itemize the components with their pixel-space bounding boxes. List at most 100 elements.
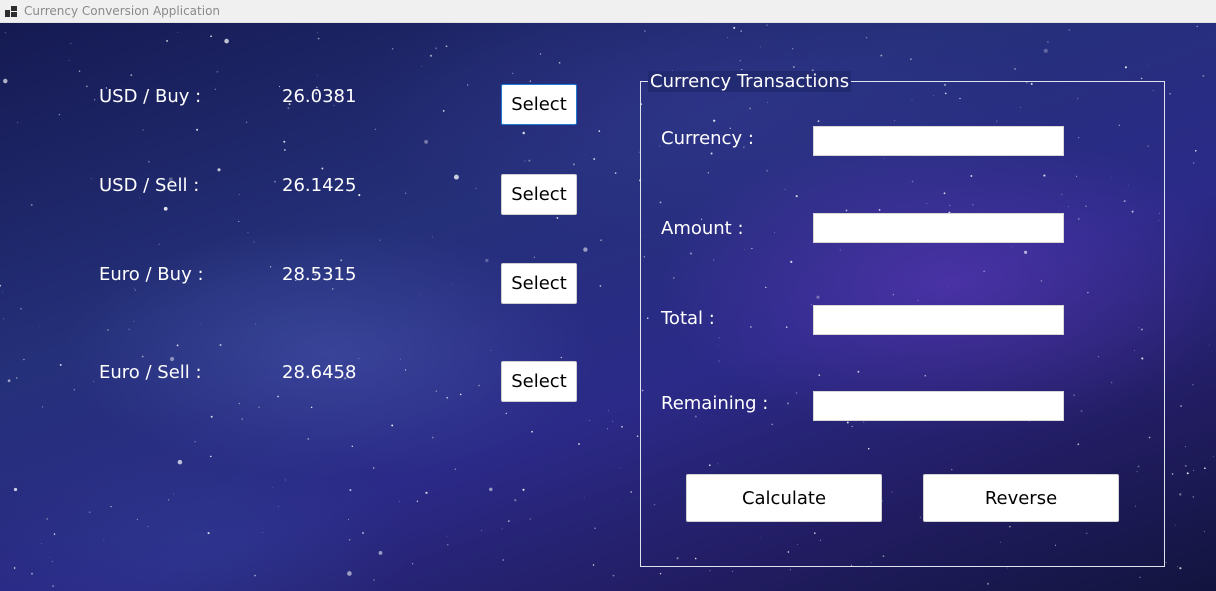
total-input[interactable] <box>813 305 1064 335</box>
star-dot <box>435 47 438 50</box>
star-dot <box>7 379 11 383</box>
reverse-button[interactable]: Reverse <box>923 474 1119 522</box>
star-dot <box>612 574 615 577</box>
star-dot <box>59 363 62 366</box>
star-dot <box>556 216 559 219</box>
star-dot <box>741 68 743 71</box>
star-dot <box>478 384 481 387</box>
star-dot <box>612 420 614 422</box>
rate-value-euro-buy: 28.5315 <box>282 264 357 285</box>
select-usd-buy-button[interactable]: Select <box>501 84 577 125</box>
star-dot <box>277 505 279 507</box>
star-dot <box>349 489 352 492</box>
star-dot <box>88 511 91 514</box>
star-dot <box>372 467 375 469</box>
star-dot <box>163 206 168 211</box>
star-dot <box>238 220 240 222</box>
star-dot <box>446 396 449 399</box>
amount-input[interactable] <box>813 213 1064 243</box>
star-dot <box>512 72 514 75</box>
star-dot <box>200 323 202 325</box>
star-dot <box>1124 66 1127 69</box>
star-dot <box>592 564 595 566</box>
star-dot <box>636 435 639 438</box>
star-dot <box>1006 567 1008 569</box>
calculate-button[interactable]: Calculate <box>686 474 882 522</box>
star-dot <box>4 32 6 34</box>
star-dot <box>524 160 526 162</box>
star-dot <box>630 491 633 493</box>
star-dot <box>277 395 279 398</box>
star-dot <box>1165 561 1167 564</box>
currency-label: Currency : <box>661 128 754 149</box>
star-dot <box>348 538 351 541</box>
select-euro-sell-button[interactable]: Select <box>501 361 577 402</box>
star-dot <box>30 203 33 206</box>
star-dot <box>1068 29 1071 31</box>
star-dot <box>865 37 868 39</box>
star-dot <box>446 535 448 537</box>
star-dot <box>207 532 210 535</box>
star-dot <box>880 54 883 57</box>
star-dot <box>177 459 183 465</box>
star-dot <box>398 500 400 502</box>
star-dot <box>1139 576 1141 578</box>
star-dot <box>317 32 318 33</box>
star-dot <box>1179 567 1182 570</box>
star-dot <box>147 525 149 527</box>
star-dot <box>258 406 260 408</box>
star-dot <box>274 180 276 183</box>
groupbox-title: Currency Transactions <box>648 71 852 92</box>
star-dot <box>507 520 510 523</box>
star-dot <box>173 493 174 495</box>
star-dot <box>58 113 61 116</box>
select-euro-buy-button[interactable]: Select <box>501 263 577 304</box>
star-dot <box>1195 150 1197 152</box>
star-dot <box>1179 493 1182 496</box>
star-dot <box>217 168 221 172</box>
star-dot <box>501 528 503 530</box>
star-dot <box>589 419 591 421</box>
star-dot <box>1193 469 1195 472</box>
star-dot <box>467 84 469 86</box>
star-dot <box>792 48 794 50</box>
star-dot <box>90 178 92 180</box>
star-dot <box>52 585 55 588</box>
star-dot <box>177 31 179 33</box>
select-usd-sell-button[interactable]: Select <box>501 174 577 215</box>
remaining-input[interactable] <box>813 391 1064 421</box>
star-dot <box>247 231 249 234</box>
star-dot <box>49 557 50 558</box>
star-dot <box>284 149 286 151</box>
star-dot <box>583 247 588 252</box>
star-dot <box>607 428 609 430</box>
star-dot <box>572 163 575 166</box>
star-dot <box>514 499 517 502</box>
window-title: Currency Conversion Application <box>24 4 221 18</box>
star-dot <box>13 487 18 492</box>
star-dot <box>141 355 144 358</box>
star-dot <box>454 468 457 470</box>
star-dot <box>490 349 492 351</box>
star-dot <box>539 53 542 55</box>
star-dot <box>86 85 88 88</box>
star-dot <box>429 54 433 57</box>
star-dot <box>20 307 22 310</box>
star-dot <box>424 140 428 144</box>
star-dot <box>287 107 290 110</box>
star-dot <box>533 256 535 258</box>
star-dot <box>214 88 217 90</box>
star-dot <box>411 563 414 565</box>
star-dot <box>594 527 596 530</box>
star-dot <box>1174 524 1176 526</box>
star-dot <box>166 39 169 42</box>
currency-input[interactable] <box>813 126 1064 156</box>
star-dot <box>103 539 105 541</box>
star-dot <box>475 187 477 189</box>
star-dot <box>502 559 505 561</box>
star-dot <box>1169 92 1171 95</box>
star-dot <box>404 369 407 371</box>
star-dot <box>210 35 212 38</box>
rate-value-usd-buy: 26.0381 <box>282 86 357 107</box>
star-dot <box>431 236 433 238</box>
